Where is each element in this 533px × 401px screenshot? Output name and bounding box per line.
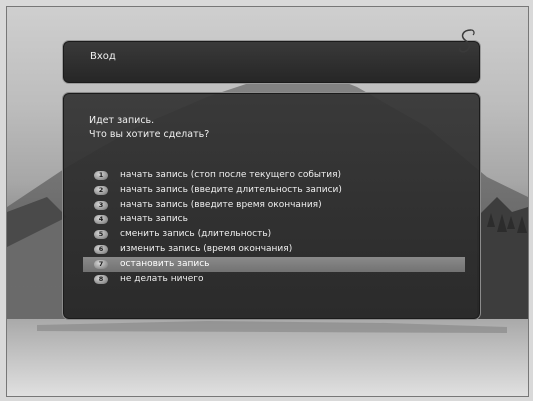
option-number-badge: 6 bbox=[94, 244, 108, 254]
menu-option-6[interactable]: 6 изменить запись (время окончания) bbox=[83, 242, 473, 257]
option-number-badge: 5 bbox=[94, 230, 108, 240]
option-label: начать запись (введите длительность запи… bbox=[120, 184, 342, 195]
menu-option-3[interactable]: 3 начать запись (введите время окончания) bbox=[83, 198, 473, 213]
message-line-1: Идет запись. bbox=[89, 115, 155, 126]
option-label: начать запись bbox=[120, 214, 188, 225]
dialog-message: Идет запись. Что вы хотите сделать? bbox=[89, 114, 209, 142]
option-number-badge: 4 bbox=[94, 215, 108, 225]
options-list: 1 начать запись (стоп после текущего собы… bbox=[83, 168, 473, 286]
menu-option-8[interactable]: 8 не делать ничего bbox=[83, 272, 473, 287]
menu-option-7[interactable]: 7 остановить запись bbox=[83, 256, 465, 272]
option-number-badge: 8 bbox=[94, 274, 108, 284]
option-label: не делать ничего bbox=[120, 273, 204, 284]
message-line-2: Что вы хотите сделать? bbox=[89, 129, 210, 140]
recording-dialog: Идет запись. Что вы хотите сделать? 1 нач… bbox=[62, 92, 481, 320]
option-label: начать запись (стоп после текущего событ… bbox=[120, 170, 342, 180]
header-bar: Вход bbox=[62, 40, 481, 84]
swirl-logo-icon bbox=[459, 29, 475, 53]
menu-option-5[interactable]: 5 сменить запись (длительность) bbox=[83, 227, 473, 242]
header-title: Вход bbox=[90, 51, 116, 62]
menu-option-2[interactable]: 2 начать запись (введите длительность зап… bbox=[83, 183, 473, 198]
menu-option-1[interactable]: 1 начать запись (стоп после текущего собы… bbox=[83, 168, 473, 183]
menu-option-4[interactable]: 4 начать запись bbox=[83, 212, 473, 227]
tv-screen: Вход Идет запись. Что вы хотите сделать?… bbox=[6, 6, 529, 397]
option-label: остановить запись bbox=[120, 258, 210, 269]
option-number-badge: 3 bbox=[94, 200, 108, 210]
option-number-badge: 1 bbox=[94, 171, 108, 180]
option-label: начать запись (введите время окончания) bbox=[120, 199, 322, 210]
option-label: сменить запись (длительность) bbox=[120, 229, 272, 240]
option-number-badge: 7 bbox=[94, 259, 108, 269]
option-label: изменить запись (время окончания) bbox=[120, 243, 293, 254]
option-number-badge: 2 bbox=[94, 185, 108, 195]
